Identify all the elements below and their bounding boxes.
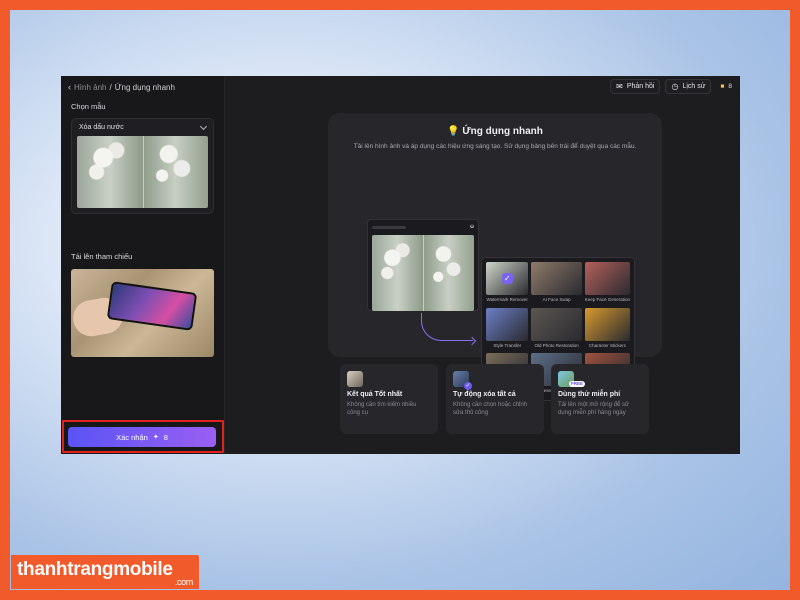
confirm-button[interactable]: Xác nhận ✦ 8 <box>68 427 216 447</box>
feature-desc: Không cần chọn hoặc chỉnh sửa thủ công <box>453 402 528 416</box>
photos-icon <box>347 371 363 387</box>
history-label: Lịch sử <box>682 83 706 90</box>
feedback-label: Phản hồi <box>626 83 655 90</box>
template-label: Old Photo Restoration <box>534 342 579 348</box>
quick-app-card: 💡 Ứng dụng nhanh Tải lên hình ảnh và áp … <box>328 113 662 401</box>
template-label: Style Transfer <box>493 342 522 348</box>
chevron-down-icon <box>199 122 208 130</box>
template-tile[interactable]: ✓ Watermark Remover <box>486 262 529 305</box>
template-thumbnail: ✓ <box>486 262 529 295</box>
page-title: 💡 Ứng dụng nhanh <box>328 126 662 137</box>
left-panel: ‹ Hình ảnh / Ứng dụng nhanh Chọn mẫu Xóa… <box>61 76 225 454</box>
brand-tld: .com <box>174 577 194 587</box>
feedback-button[interactable]: ✉ Phản hồi <box>610 79 661 94</box>
feature-card-auto: ✓ Tự động xóa tất cả Không cần chọn hoặc… <box>446 364 544 434</box>
template-label: AI Face Swap <box>542 297 571 302</box>
template-label: Watermark Remover <box>486 297 528 302</box>
brand-name: thanhtrangmobile <box>17 559 173 580</box>
template-label: Character Stickers <box>588 342 626 348</box>
auto-check-icon: ✓ <box>453 371 472 390</box>
back-chevron-icon[interactable]: ‹ <box>68 82 71 92</box>
preview-select-placeholder <box>372 226 406 229</box>
brand-logo: thanhtrangmobile .com <box>11 555 199 589</box>
free-badge: FREE <box>569 381 586 387</box>
credits-badge[interactable]: ■ 8 <box>716 79 736 94</box>
breadcrumb-parent[interactable]: Hình ảnh <box>74 83 106 92</box>
app-window: ‹ Hình ảnh / Ứng dụng nhanh Chọn mẫu Xóa… <box>61 76 740 454</box>
template-preview-image <box>77 136 208 208</box>
reference-section-title: Tải lên tham chiếu <box>71 252 133 261</box>
confirm-cost: 8 <box>163 432 168 442</box>
template-thumbnail <box>584 307 630 341</box>
preview-select <box>372 223 475 232</box>
landscape-icon: FREE <box>558 371 586 387</box>
history-button[interactable]: ◷ Lịch sử <box>665 79 712 94</box>
breadcrumb-separator: / <box>109 82 112 92</box>
breadcrumb: ‹ Hình ảnh / Ứng dụng nhanh <box>68 82 175 92</box>
check-icon: ✓ <box>501 273 513 284</box>
template-select[interactable]: Xóa dấu nước <box>72 119 213 136</box>
template-tile[interactable]: Keep Face Generation <box>584 262 630 305</box>
page-subtitle: Tải lên hình ảnh và áp dụng các hiệu ứng… <box>353 143 637 150</box>
top-actions: ✉ Phản hồi ◷ Lịch sử ■ 8 <box>610 79 736 94</box>
credit-icon: ✦ <box>152 434 159 441</box>
confirm-label: Xác nhận <box>116 432 148 442</box>
feature-title: Kết quả Tốt nhất <box>347 391 403 398</box>
template-card[interactable]: Xóa dấu nước <box>71 118 214 214</box>
feature-desc: Tải lên một mở rộng để sử dụng miễn phí … <box>558 402 629 416</box>
template-tile[interactable]: Character Stickers <box>584 307 630 351</box>
template-tile[interactable]: AI Face Swap <box>531 262 582 305</box>
template-thumbnail <box>584 262 630 295</box>
credits-count: 8 <box>728 83 732 90</box>
template-section-title: Chọn mẫu <box>71 102 106 111</box>
template-tile[interactable]: Style Transfer <box>486 307 529 351</box>
preview-panel <box>367 219 479 311</box>
template-tile[interactable]: Old Photo Restoration <box>531 307 582 351</box>
feature-desc: Không cần tìm kiếm nhiều công cụ <box>347 402 417 416</box>
feature-card-free: FREE Dùng thử miễn phí Tải lên một mở rộ… <box>551 364 649 434</box>
mail-icon: ✉ <box>616 82 623 91</box>
template-thumbnail <box>531 262 582 295</box>
template-thumbnail <box>531 307 582 341</box>
template-label: Keep Face Generation <box>584 297 630 302</box>
arrow-icon <box>421 313 473 341</box>
template-thumbnail <box>486 307 529 341</box>
feature-title: Tự động xóa tất cả <box>453 391 516 398</box>
preview-image <box>372 235 474 311</box>
page-title-text: Ứng dụng nhanh <box>462 126 543 137</box>
template-select-value: Xóa dấu nước <box>79 124 124 131</box>
feature-card-best: Kết quả Tốt nhất Không cần tìm kiếm nhiề… <box>340 364 438 434</box>
reference-image[interactable] <box>71 269 214 357</box>
coin-icon: ■ <box>720 83 725 90</box>
clock-icon: ◷ <box>671 82 679 91</box>
chevron-down-icon <box>469 223 475 229</box>
breadcrumb-current: Ứng dụng nhanh <box>114 82 175 92</box>
lightbulb-icon: 💡 <box>447 126 460 137</box>
feature-title: Dùng thử miễn phí <box>558 391 621 398</box>
